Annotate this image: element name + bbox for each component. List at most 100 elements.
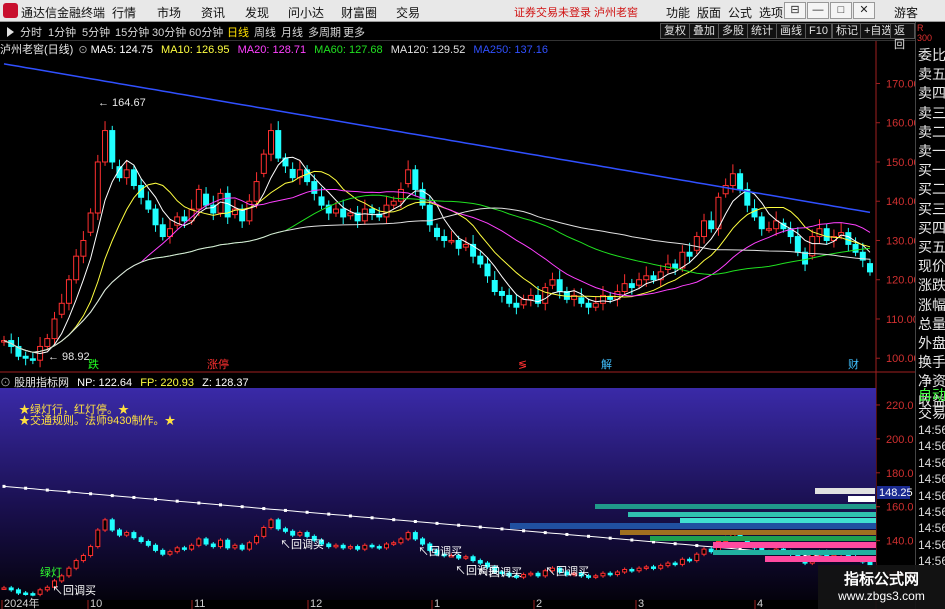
candle-body bbox=[520, 298, 527, 306]
ind-candle-body bbox=[23, 592, 29, 596]
auto-trade-toggle[interactable]: 自动 bbox=[918, 385, 945, 405]
ind-candle-body bbox=[131, 532, 137, 539]
trade-button[interactable]: 交易 bbox=[918, 403, 945, 423]
side-item-8[interactable]: 买三 bbox=[918, 199, 945, 219]
ind-candle-body bbox=[189, 544, 195, 550]
ind-candle-body bbox=[629, 568, 635, 572]
ind-candle-body bbox=[369, 544, 375, 548]
stock-name[interactable]: 泸州老窖(日线) bbox=[0, 44, 73, 56]
candle-body bbox=[852, 243, 859, 253]
z-point bbox=[435, 521, 439, 525]
candle-body bbox=[152, 208, 159, 226]
side-item-3[interactable]: 卖三 bbox=[918, 103, 945, 123]
signal-bar bbox=[765, 556, 876, 562]
candle-body bbox=[123, 169, 130, 179]
ma5-label: MA5: 124.75 bbox=[90, 44, 153, 56]
signal-bar bbox=[628, 512, 876, 517]
ind-candle-body bbox=[145, 540, 151, 546]
candle-body bbox=[102, 130, 109, 163]
ind-y-tick-label: 180.0 bbox=[886, 468, 914, 480]
ind-candle-body bbox=[95, 529, 101, 548]
ind-candle-body bbox=[203, 538, 209, 545]
candle-body bbox=[477, 255, 484, 265]
watermark-title: 指标公式网 bbox=[843, 571, 919, 588]
side-item-13[interactable]: 涨幅 bbox=[918, 295, 945, 315]
ind-candle-body bbox=[210, 543, 216, 548]
candle-body bbox=[592, 302, 599, 308]
side-item-0[interactable]: 委比 bbox=[918, 45, 945, 65]
candle-body bbox=[203, 193, 210, 206]
side-item-16[interactable]: 换手 bbox=[918, 352, 945, 372]
candles bbox=[1, 121, 873, 368]
side-item-9[interactable]: 买四 bbox=[918, 218, 945, 238]
event-marker: 解 bbox=[601, 357, 612, 371]
buy-signal-label: ↖回调买 bbox=[478, 566, 522, 579]
ind-y-tick-label: 220.0 bbox=[886, 400, 914, 412]
ma20-line bbox=[3, 189, 871, 353]
ind-candle-body bbox=[694, 553, 700, 562]
ind-candle-body bbox=[708, 548, 714, 553]
z-point bbox=[2, 484, 6, 488]
candle-body bbox=[737, 173, 744, 190]
ind-candle-body bbox=[66, 567, 72, 577]
high-price-label: ← 164.67 bbox=[98, 97, 146, 109]
z-point bbox=[630, 538, 634, 542]
candle-body bbox=[513, 302, 520, 308]
ma20-label: MA20: 128.71 bbox=[237, 44, 307, 56]
tick-time: 14:56 bbox=[918, 537, 945, 552]
x-tick-label: 10 bbox=[90, 598, 102, 609]
event-marker: 跌 bbox=[88, 357, 99, 371]
x-tick-label: 12 bbox=[310, 598, 322, 609]
side-item-4[interactable]: 卖二 bbox=[918, 122, 945, 142]
side-item-7[interactable]: 买二 bbox=[918, 179, 945, 199]
ind-candle-body bbox=[30, 593, 36, 596]
ind-candle-body bbox=[391, 542, 397, 545]
ind-candle-body bbox=[383, 543, 389, 549]
side-item-2[interactable]: 卖四 bbox=[918, 83, 945, 103]
ind-candle-body bbox=[196, 538, 202, 546]
candle-body bbox=[58, 302, 65, 315]
candle-body bbox=[181, 216, 188, 222]
ma250-label: MA250: 137.16 bbox=[473, 44, 549, 56]
side-item-15[interactable]: 外盘 bbox=[918, 333, 945, 353]
y-tick-label: 150.00 bbox=[886, 157, 915, 169]
ind-candle-body bbox=[398, 538, 404, 544]
z-point bbox=[673, 542, 677, 546]
signal-bar bbox=[620, 530, 876, 535]
side-item-6[interactable]: 买一 bbox=[918, 160, 945, 180]
candle-body bbox=[390, 200, 397, 206]
side-item-14[interactable]: 总量 bbox=[918, 314, 945, 334]
candle-body bbox=[340, 208, 347, 218]
candle-body bbox=[672, 263, 679, 269]
y-tick-label: 160.00 bbox=[886, 118, 915, 130]
ind-candle-body bbox=[225, 539, 231, 549]
low-price-label: ← 98.92 bbox=[48, 351, 90, 363]
y-tick-label: 100.00 bbox=[886, 353, 915, 365]
signal-bar bbox=[510, 523, 876, 529]
ind-candle-body bbox=[116, 529, 122, 536]
side-item-11[interactable]: 现价 bbox=[918, 256, 945, 276]
indicator-name[interactable]: 股朋指标网 bbox=[14, 377, 69, 389]
ind-candle-body bbox=[333, 544, 339, 548]
ind-candle-body bbox=[614, 571, 620, 576]
candle-body bbox=[542, 287, 549, 304]
dropdown-icon[interactable]: ⊙ bbox=[78, 44, 90, 56]
tick-time: 14:56 bbox=[918, 472, 945, 487]
x-tick-label: 11 bbox=[194, 598, 205, 609]
ind-candle-body bbox=[88, 546, 94, 556]
indicator-dropdown-icon[interactable]: ⊙ bbox=[0, 377, 14, 389]
candle-body bbox=[80, 239, 87, 257]
y-tick-label: 130.00 bbox=[886, 235, 915, 247]
quote-side-panel: 委比 卖五 卖四 卖三 卖二 卖一 买一 买二 买三 买四 买五 现价 涨跌 涨幅 总量 外盘 换手 净资 收益 自动… bbox=[915, 22, 945, 609]
side-item-10[interactable]: 买五 bbox=[918, 237, 945, 257]
ma10-label: MA10: 126.95 bbox=[161, 44, 230, 56]
side-item-1[interactable]: 卖五 bbox=[918, 64, 945, 84]
ind-candle-body bbox=[246, 542, 252, 550]
candle-body bbox=[701, 220, 708, 238]
candle-body bbox=[484, 263, 491, 277]
candle-body bbox=[773, 220, 780, 230]
z-point bbox=[522, 529, 526, 533]
side-item-12[interactable]: 涨跌 bbox=[918, 275, 945, 295]
side-item-5[interactable]: 卖一 bbox=[918, 141, 945, 161]
chart-canvas[interactable]: 170.00 160.00 150.00 140.00 130.00 120.00 110.… bbox=[0, 0, 915, 609]
